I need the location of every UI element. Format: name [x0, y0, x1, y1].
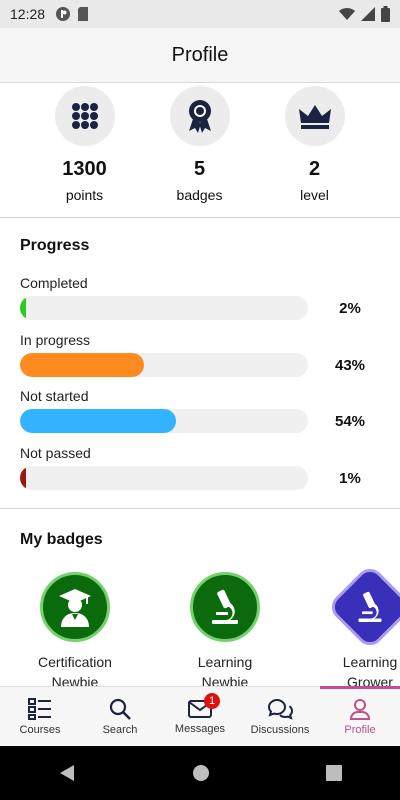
award-icon	[169, 86, 230, 146]
badges-value: 5	[193, 158, 206, 180]
graduate-icon	[40, 572, 110, 642]
microscope-icon	[190, 572, 260, 642]
progress-bar-not-passed	[20, 466, 308, 490]
badge-learning-newbie[interactable]: Learning Newbie	[150, 572, 300, 692]
progress-percent-not-started: 54%	[334, 413, 366, 430]
progress-fill	[20, 296, 26, 320]
tab-label: Search	[102, 724, 138, 736]
sd-card-icon	[78, 7, 89, 21]
progress-label-not-started: Not started	[20, 388, 89, 404]
status-bar: 12:28	[0, 0, 400, 28]
system-nav-bar	[0, 746, 400, 800]
progress-percent-in-progress: 43%	[334, 357, 366, 374]
tab-courses[interactable]: Courses	[0, 687, 80, 747]
badges-label: badges	[176, 187, 223, 203]
recents-icon[interactable]	[326, 765, 342, 781]
progress-bar-not-started	[20, 409, 308, 433]
progress-fill	[20, 409, 176, 433]
microscope-icon	[326, 563, 400, 651]
tab-label: Courses	[19, 724, 61, 736]
progress-fill	[20, 466, 26, 490]
bottom-tab-bar: Courses Search 1 Messages Discussions Pr…	[0, 686, 400, 747]
page-title: Profile	[171, 43, 229, 66]
signal-icon	[361, 7, 375, 21]
status-time: 12:28	[10, 6, 46, 22]
tab-label: Messages	[174, 723, 226, 735]
tab-profile[interactable]: Profile	[320, 686, 400, 747]
chat-icon	[267, 698, 293, 720]
badge-name-line: Certification	[38, 654, 112, 670]
wifi-icon	[339, 7, 355, 21]
badge-name-line: Learning	[342, 654, 398, 670]
badge-certification-newbie[interactable]: Certification Newbie	[0, 572, 150, 692]
badge-learning-grower[interactable]: Learning Grower	[295, 563, 400, 692]
divider	[0, 508, 400, 509]
profile-stats: 1300 points 5 badges 2 level	[0, 83, 400, 217]
progress-percent-completed: 2%	[339, 300, 361, 317]
level-value: 2	[308, 158, 321, 180]
stat-level: 2 level	[257, 83, 372, 217]
app-notification-icon	[56, 7, 71, 21]
progress-fill	[20, 353, 144, 377]
progress-label-in-progress: In progress	[20, 332, 91, 348]
back-icon[interactable]	[58, 764, 76, 782]
search-icon	[109, 698, 131, 720]
tab-label: Profile	[344, 724, 376, 736]
tab-label: Discussions	[250, 724, 310, 736]
divider	[0, 217, 400, 218]
tab-search[interactable]: Search	[80, 687, 160, 747]
battery-icon	[381, 6, 390, 22]
app-header: Profile	[0, 28, 400, 83]
active-tab-indicator	[320, 686, 400, 689]
user-icon	[349, 699, 371, 720]
level-label: level	[300, 187, 329, 203]
progress-title: Progress	[20, 237, 90, 254]
stat-points: 1300 points	[27, 83, 142, 217]
points-value: 1300	[62, 158, 107, 180]
badge-name-line: Learning	[197, 654, 253, 670]
progress-bar-in-progress	[20, 353, 308, 377]
points-label: points	[65, 187, 104, 203]
progress-label-not-passed: Not passed	[20, 445, 91, 461]
courses-icon	[28, 698, 51, 720]
home-icon[interactable]	[192, 764, 210, 782]
tab-discussions[interactable]: Discussions	[240, 687, 320, 747]
grid-icon	[54, 86, 115, 146]
progress-percent-not-passed: 1%	[339, 470, 361, 487]
crown-icon	[284, 86, 345, 146]
tab-messages[interactable]: 1 Messages	[160, 687, 240, 747]
progress-label-completed: Completed	[20, 275, 88, 291]
progress-bar-completed	[20, 296, 308, 320]
badges-title: My badges	[20, 531, 103, 548]
stat-badges: 5 badges	[142, 83, 257, 217]
unread-count-badge: 1	[204, 693, 220, 709]
